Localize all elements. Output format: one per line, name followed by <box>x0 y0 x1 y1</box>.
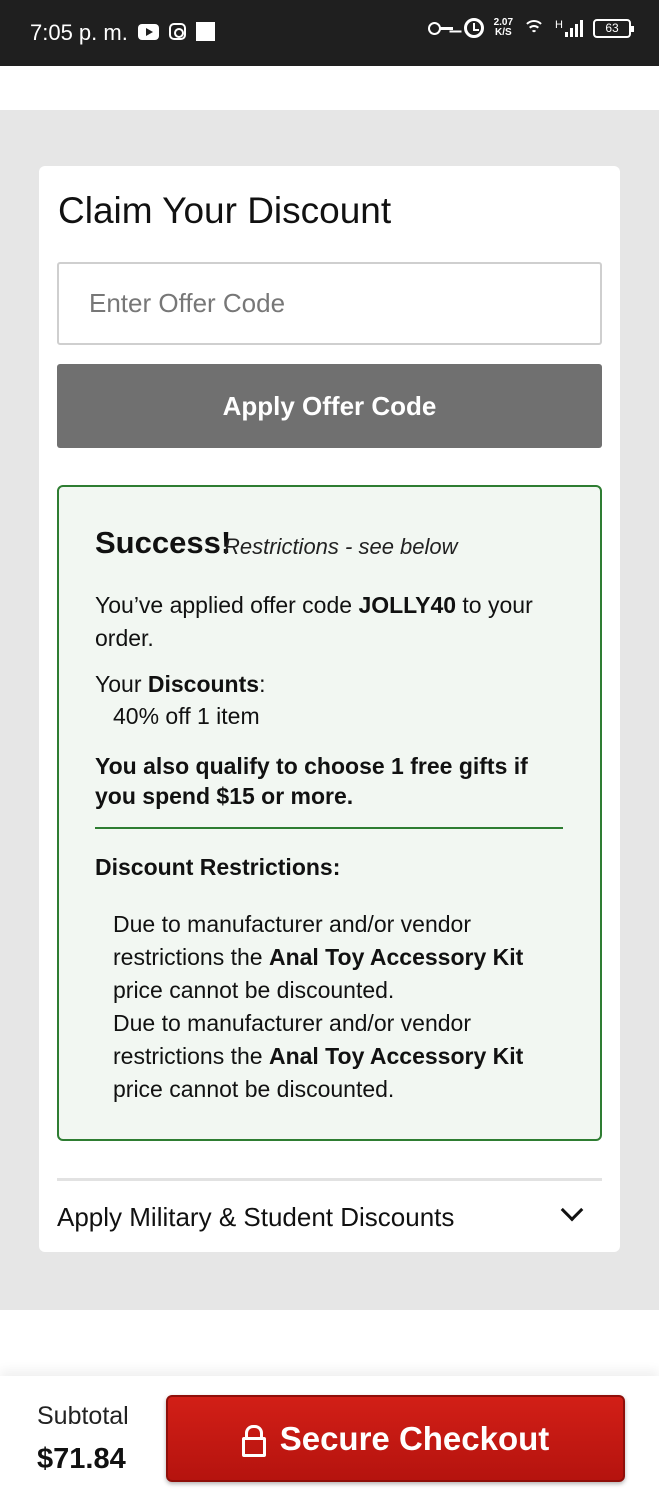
discount-card: Claim Your Discount Apply Offer Code Suc… <box>39 166 620 1252</box>
subtotal-value: $71.84 <box>37 1443 126 1475</box>
lock-icon <box>241 1424 266 1457</box>
checkout-footer: Subtotal $71.84 Secure Checkout <box>0 1376 659 1500</box>
success-note: Restrictions - see below <box>224 534 458 559</box>
subtotal-label: Subtotal <box>37 1402 129 1430</box>
system-icons: 2.07 K/S H 63 <box>427 18 634 38</box>
restriction-item: Due to manufacturer and/or vendor restri… <box>113 1007 543 1106</box>
vpn-key-icon <box>427 20 454 36</box>
military-student-label: Apply Military & Student Discounts <box>57 1202 455 1232</box>
network-speed-unit: K/S <box>494 27 512 38</box>
success-heading: Success! <box>95 525 232 560</box>
military-student-discounts-toggle[interactable]: Apply Military & Student Discounts <box>57 1196 602 1240</box>
notification-icons <box>138 22 215 41</box>
restriction-item: Due to manufacturer and/or vendor restri… <box>113 908 543 1007</box>
applied-code-text: You’ve applied offer code JOLLY40 to you… <box>95 589 575 655</box>
restriction-suffix: price cannot be discounted. <box>113 1076 395 1102</box>
discount-item: 40% off 1 item <box>113 703 260 729</box>
status-bar: 7:05 p. m. 2.07 K/S H 63 <box>0 0 659 66</box>
discounts-suffix: : <box>259 671 266 697</box>
discounts-label: Your Discounts: <box>95 671 265 698</box>
battery-icon: 63 <box>593 18 634 38</box>
discounts-word: Discounts <box>147 671 260 697</box>
divider <box>57 1178 602 1181</box>
restriction-suffix: price cannot be discounted. <box>113 977 395 1003</box>
discounts-prefix: Your <box>95 671 148 697</box>
success-message: Success! Restrictions - see below You’ve… <box>57 485 602 1141</box>
restrictions-heading: Discount Restrictions: <box>95 854 341 880</box>
restriction-product: Anal Toy Accessory Kit <box>268 1043 524 1069</box>
alarm-icon <box>463 18 484 38</box>
youtube-icon <box>138 23 159 40</box>
network-type: H <box>555 19 563 31</box>
card-title: Claim Your Discount <box>58 190 392 231</box>
apply-offer-code-button[interactable]: Apply Offer Code <box>57 364 602 448</box>
divider <box>95 827 563 829</box>
free-gift-text: You also qualify to choose 1 free gifts … <box>95 753 528 809</box>
restriction-product: Anal Toy Accessory Kit <box>268 944 524 970</box>
checkout-label: Secure Checkout <box>279 1419 550 1457</box>
page-background: Claim Your Discount Apply Offer Code Suc… <box>0 110 659 1310</box>
status-time: 7:05 p. m. <box>30 20 128 45</box>
instagram-icon <box>169 23 186 40</box>
battery-level: 63 <box>605 21 619 35</box>
notification-square-icon <box>196 22 215 41</box>
secure-checkout-button[interactable]: Secure Checkout <box>166 1395 625 1482</box>
offer-code: JOLLY40 <box>358 592 457 618</box>
network-speed: 2.07 K/S <box>494 18 513 38</box>
wifi-icon <box>523 19 546 37</box>
chevron-down-icon <box>560 1198 584 1222</box>
offer-code-input[interactable] <box>57 262 602 345</box>
cell-signal-icon: H <box>555 19 583 37</box>
applied-prefix: You’ve applied offer code <box>95 592 359 618</box>
